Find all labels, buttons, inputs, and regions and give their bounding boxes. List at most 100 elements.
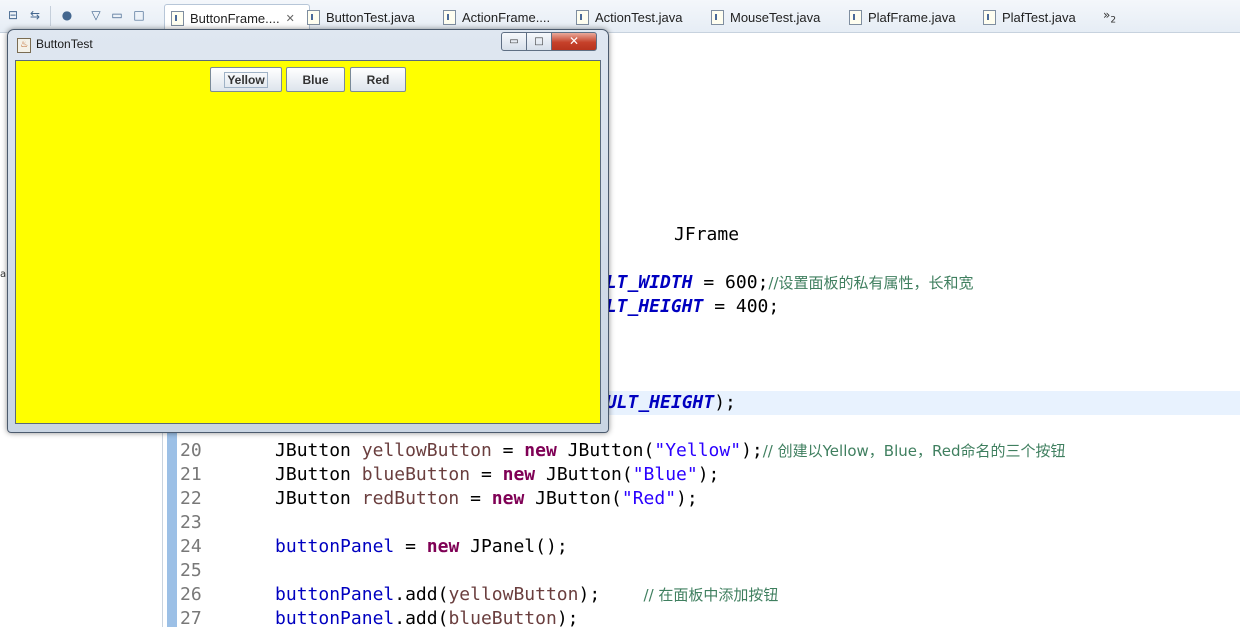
- screen: ⊟ ⇆ ● ▽ ▭ □ ButtonFrame.... ✕ ButtonTest…: [0, 0, 1240, 627]
- code-text: );: [676, 488, 698, 509]
- toolbar-separator: [50, 6, 51, 26]
- code-text: JButton(: [524, 488, 622, 509]
- close-tab-icon[interactable]: ✕: [286, 12, 295, 25]
- code-text: JButton: [275, 440, 362, 461]
- button-label: Red: [366, 72, 390, 87]
- code-comment: // 创建以Yellow，Blue，Red命名的三个按钮: [762, 442, 1066, 460]
- tab-label: PlafFrame.java: [868, 9, 956, 25]
- code-line-22: 22 JButton redButton = new JButton("Red"…: [179, 487, 698, 511]
- code-keyword: new: [502, 464, 536, 485]
- code-line-26: 26 buttonPanel.add(yellowButton); // 在面板…: [179, 583, 778, 607]
- line-number: 23: [180, 512, 202, 533]
- close-button[interactable]: ✕: [551, 32, 597, 51]
- buttontest-window[interactable]: ♨ ButtonTest ▭ □ ✕ Yellow Blue Red: [7, 29, 609, 433]
- code-text: );: [741, 440, 763, 461]
- code-text: =: [491, 440, 525, 461]
- code-line-20: 20 JButton yellowButton = new JButton("Y…: [179, 439, 1066, 463]
- code-text: JButton: [275, 464, 362, 485]
- java-file-icon: [443, 9, 456, 25]
- java-file-icon: [711, 9, 724, 25]
- code-variable: blueButton: [361, 464, 471, 485]
- const-name: AULT_HEIGHT: [595, 392, 715, 413]
- minimize-button[interactable]: ▭: [501, 32, 527, 51]
- code-text: );: [714, 392, 736, 413]
- tab-actiontest[interactable]: ActionTest.java: [576, 4, 682, 30]
- tab-label: ButtonTest.java: [326, 9, 415, 25]
- code-text: .add(: [394, 584, 449, 605]
- hidden-tab-count: 2: [1110, 15, 1117, 26]
- tab-buttontest[interactable]: ButtonTest.java: [307, 4, 415, 30]
- line-number: 20: [180, 440, 202, 461]
- minimize-icon: ▭: [509, 36, 519, 47]
- java-file-icon: [849, 9, 862, 25]
- code-line-24: 24 buttonPanel = new JPanel();: [179, 535, 568, 559]
- red-button[interactable]: Red: [350, 67, 406, 92]
- collapse-all-icon[interactable]: ⊟: [6, 8, 20, 22]
- more-tabs-button[interactable]: »2: [1103, 8, 1116, 25]
- code-text: );: [697, 464, 720, 485]
- link-editor-icon[interactable]: ⇆: [28, 8, 42, 22]
- code-variable: redButton: [361, 488, 460, 509]
- code-variable: yellowButton: [361, 440, 492, 461]
- tab-label: ActionTest.java: [595, 9, 683, 25]
- code-line-21: 21 JButton blueButton = new JButton("Blu…: [179, 463, 719, 487]
- line-number: 27: [180, 608, 202, 627]
- code-comment: //设置面板的私有属性，长和宽: [768, 274, 974, 292]
- code-text: =: [394, 536, 427, 557]
- code-text: JButton(: [535, 464, 633, 485]
- button-label: Yellow: [224, 71, 268, 88]
- code-line-25: 25: [179, 559, 210, 583]
- maximize-button[interactable]: □: [526, 32, 552, 51]
- code-text: JButton: [275, 488, 362, 509]
- java-file-icon: [171, 10, 184, 26]
- code-text: .add(: [394, 608, 449, 627]
- tab-plafframe[interactable]: PlafFrame.java: [849, 4, 955, 30]
- panel-text-stub: a: [0, 269, 7, 280]
- code-line-27: 27 buttonPanel.add(blueButton);: [179, 607, 579, 627]
- code-string: "Blue": [632, 464, 698, 485]
- line-number: 25: [180, 560, 202, 581]
- code-string: "Red": [621, 488, 677, 509]
- tab-mousetest[interactable]: MouseTest.java: [711, 4, 820, 30]
- tab-actionframe[interactable]: ActionFrame....: [443, 4, 550, 30]
- focus-task-icon[interactable]: ●: [60, 8, 74, 22]
- java-app-icon: ♨: [17, 38, 31, 53]
- minimize-view-icon[interactable]: ▭: [110, 8, 124, 22]
- code-text: =: [470, 464, 503, 485]
- code-line-extends: JFrame: [609, 199, 739, 245]
- java-file-icon: [983, 9, 996, 25]
- view-menu-icon[interactable]: ▽: [89, 8, 103, 22]
- line-number: 24: [180, 536, 202, 557]
- close-icon: ✕: [568, 34, 580, 48]
- line-number: 26: [180, 584, 202, 605]
- yellow-button[interactable]: Yellow: [210, 67, 282, 92]
- const-name: ULT_WIDTH: [595, 272, 693, 293]
- button-label: Blue: [302, 72, 329, 87]
- code-line-height: ULT_HEIGHT = 400;: [595, 295, 779, 319]
- tab-label: PlafTest.java: [1002, 9, 1076, 25]
- code-keyword: new: [426, 536, 460, 557]
- tab-plaftest[interactable]: PlafTest.java: [983, 4, 1076, 30]
- code-line-23: 23: [179, 511, 210, 535]
- code-variable: blueButton: [448, 608, 557, 627]
- maximize-icon: □: [534, 36, 544, 47]
- maximize-view-icon[interactable]: □: [132, 8, 146, 22]
- code-field: buttonPanel: [275, 608, 395, 627]
- tab-label: MouseTest.java: [730, 9, 821, 25]
- blue-button[interactable]: Blue: [286, 67, 345, 92]
- code-text: =: [459, 488, 492, 509]
- tab-label: ActionFrame....: [462, 9, 551, 25]
- code-text: = 400;: [703, 296, 780, 317]
- code-text: );: [556, 608, 579, 627]
- tab-buttonframe[interactable]: ButtonFrame.... ✕: [164, 4, 310, 31]
- code-comment: // 在面板中添加按钮: [643, 586, 779, 604]
- code-text: );: [578, 584, 601, 605]
- button-panel: Yellow Blue Red: [15, 60, 601, 424]
- code-field: buttonPanel: [275, 536, 395, 557]
- code-text: JPanel();: [459, 536, 568, 557]
- code-keyword: new: [491, 488, 525, 509]
- const-name: ULT_HEIGHT: [595, 296, 704, 317]
- code-variable: yellowButton: [448, 584, 579, 605]
- code-text: JButton(: [556, 440, 655, 461]
- line-number: 22: [180, 488, 202, 509]
